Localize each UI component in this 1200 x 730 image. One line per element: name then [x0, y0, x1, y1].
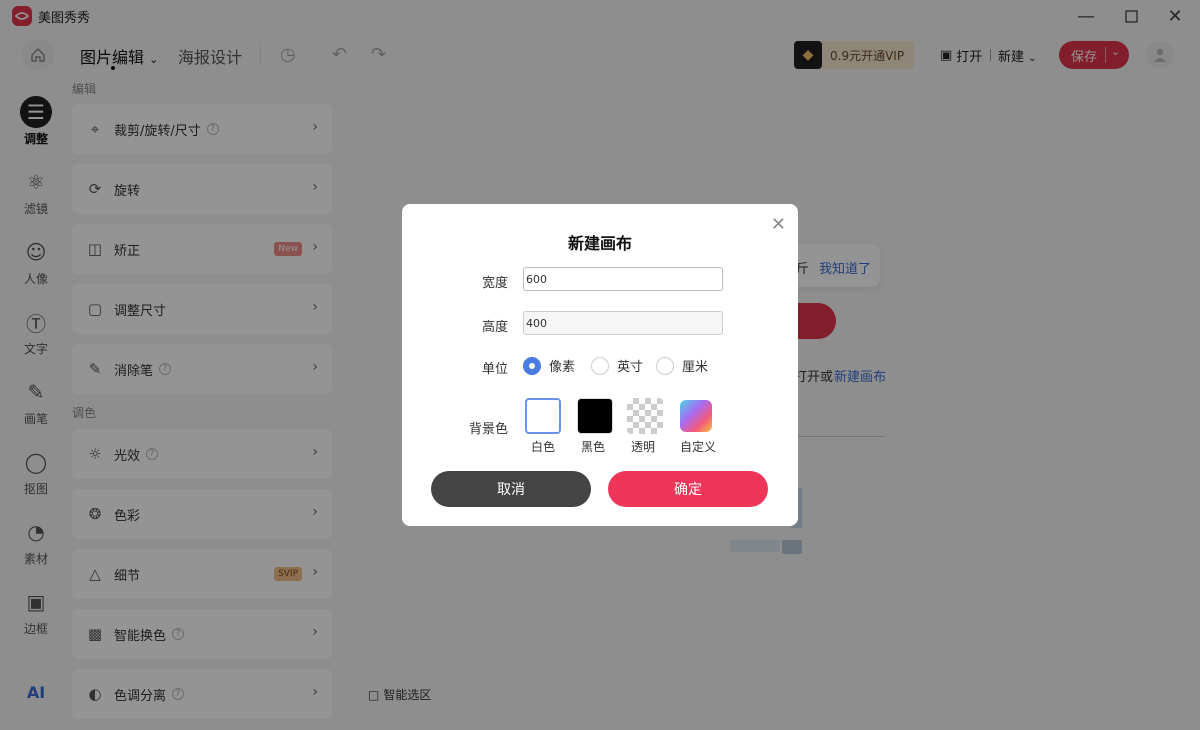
bg-swatch-black[interactable] — [577, 398, 613, 434]
new-canvas-dialog: ✕ 新建画布 宽度 高度 单位 像素 英寸 厘米 背景色 白色 黑色 透明 自定… — [402, 204, 798, 526]
bg-swatch-custom[interactable] — [680, 400, 712, 432]
bg-swatch-transparent[interactable] — [627, 398, 663, 434]
bg-option-label: 自定义 — [679, 440, 716, 454]
height-label: 高度 — [481, 320, 508, 335]
cancel-button[interactable]: 取消 — [431, 471, 591, 507]
radio-unchecked-icon — [591, 356, 609, 375]
unit-radio-pixel[interactable]: 像素 — [523, 356, 575, 375]
width-label: 宽度 — [481, 276, 508, 291]
width-input[interactable] — [523, 267, 723, 291]
radio-unchecked-icon — [656, 356, 674, 375]
unit-label: 单位 — [481, 362, 508, 377]
unit-option-label: 厘米 — [682, 360, 709, 375]
unit-radio-cm[interactable]: 厘米 — [656, 356, 708, 375]
unit-option-label: 英寸 — [617, 360, 644, 375]
bg-color-label: 背景色 — [468, 422, 508, 437]
bg-swatch-white[interactable] — [525, 398, 561, 434]
height-input[interactable] — [523, 311, 723, 335]
unit-option-label: 像素 — [549, 360, 576, 375]
radio-checked-icon — [523, 356, 541, 375]
confirm-button[interactable]: 确定 — [608, 471, 768, 507]
unit-radio-inch[interactable]: 英寸 — [591, 356, 643, 375]
bg-option-label: 透明 — [630, 440, 655, 454]
dialog-title: 新建画布 — [567, 234, 632, 253]
